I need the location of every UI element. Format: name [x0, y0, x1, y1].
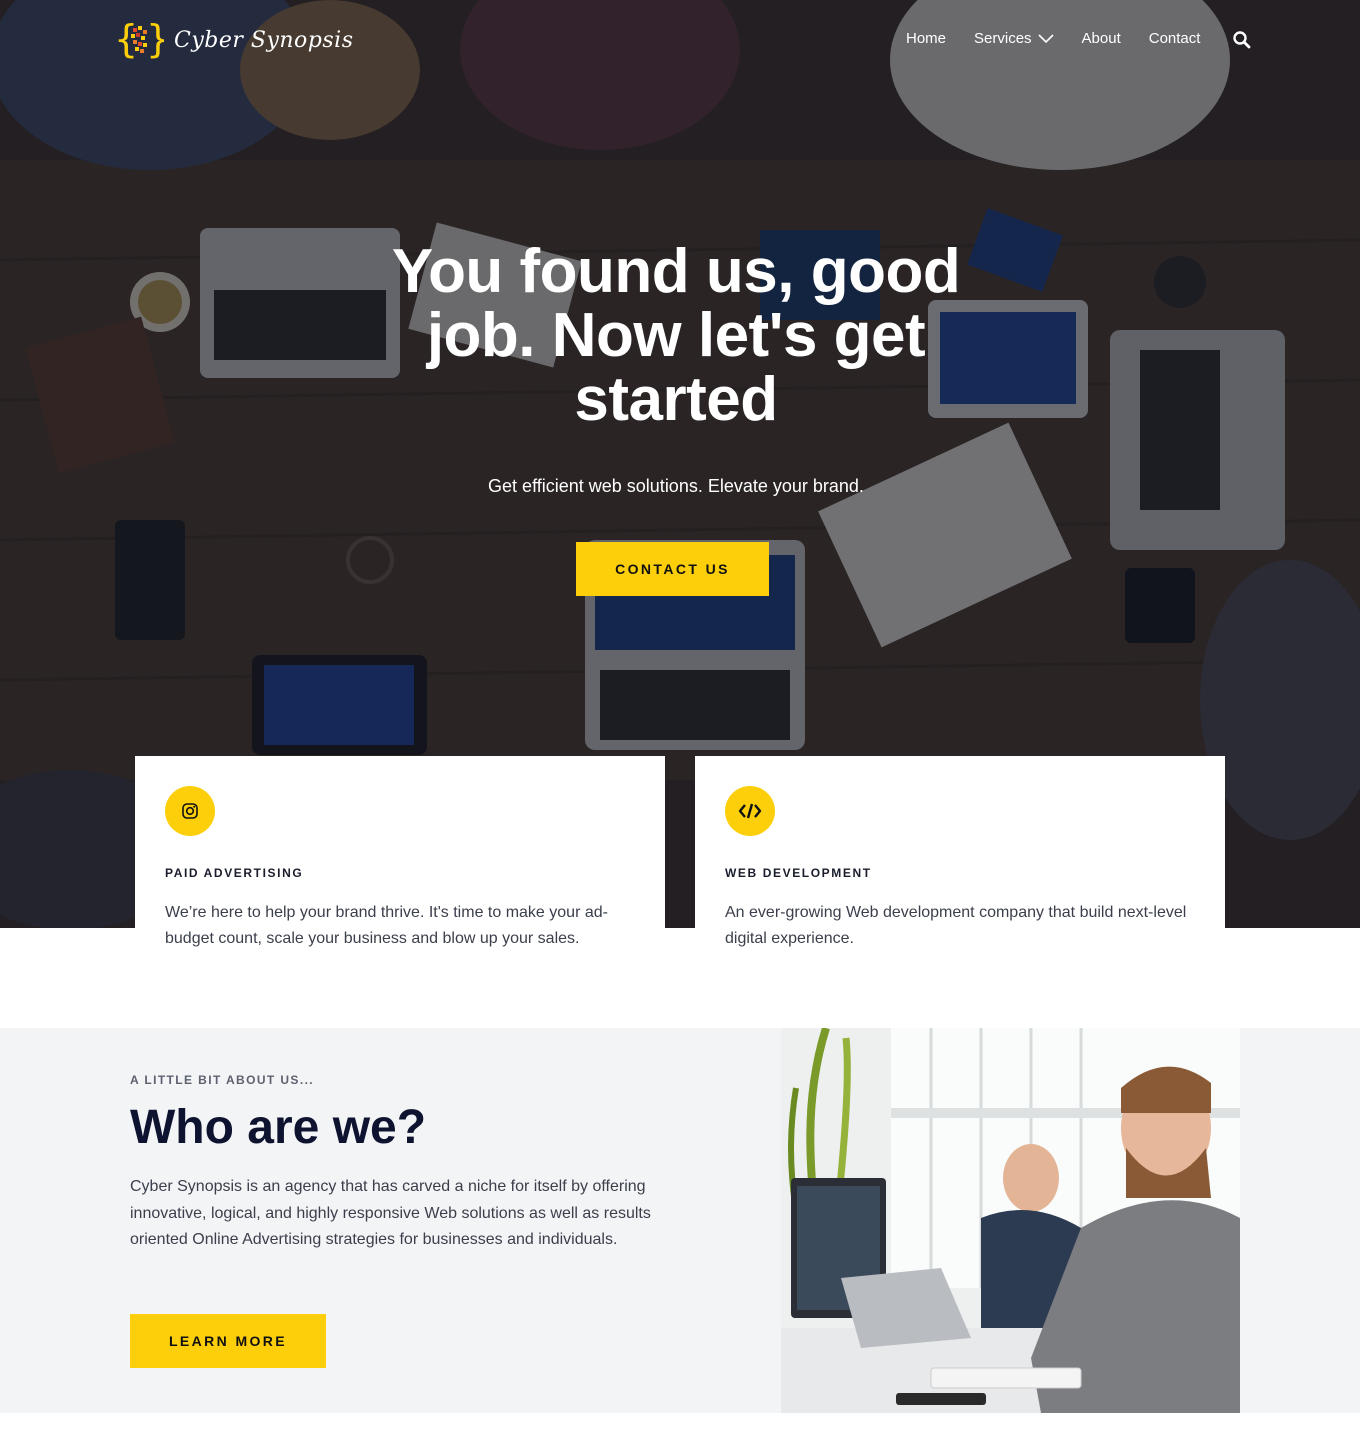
card-title: PAID ADVERTISING: [165, 866, 304, 880]
code-icon: [738, 803, 762, 819]
nav-contact[interactable]: Contact: [1149, 30, 1201, 47]
nav-services[interactable]: Services: [974, 30, 1054, 47]
search-icon[interactable]: [1232, 30, 1252, 50]
card-title: WEB DEVELOPMENT: [725, 866, 872, 880]
brand-logo[interactable]: { } Cyber Synopsis: [114, 18, 354, 62]
hero-subtitle: Get efficient web solutions. Elevate you…: [488, 476, 864, 496]
nav-home[interactable]: Home: [906, 30, 946, 47]
about-title: Who are we?: [130, 1101, 427, 1154]
card-text: We’re here to help your brand thrive. It…: [165, 904, 608, 947]
card-icon-badge: [725, 786, 775, 836]
card-text: An ever-growing Web development company …: [725, 904, 1187, 947]
about-kicker: A LITTLE BIT ABOUT US...: [130, 1073, 315, 1087]
contact-us-button[interactable]: CONTACT US: [576, 542, 769, 596]
learn-more-button[interactable]: LEARN MORE: [130, 1314, 326, 1368]
main-menu: Home Services About Contact: [906, 30, 1228, 47]
service-card-paid-advertising: PAID ADVERTISING We’re here to help your…: [135, 756, 665, 952]
chevron-down-icon: [1037, 33, 1054, 43]
instagram-icon: [182, 803, 198, 819]
about-text: Cyber Synopsis is an agency that has car…: [130, 1178, 651, 1248]
team-working-photo: [781, 1028, 1240, 1413]
about-section: A LITTLE BIT ABOUT US... Who are we? Cyb…: [0, 1028, 1360, 1413]
nav-services-label: Services: [974, 30, 1032, 47]
nav-about[interactable]: About: [1082, 30, 1121, 47]
svg-text:{: {: [114, 18, 138, 61]
service-card-web-development: WEB DEVELOPMENT An ever-growing Web deve…: [695, 756, 1225, 952]
hero-title: You found us, good job. Now let's get st…: [391, 237, 961, 434]
card-icon-badge: [165, 786, 215, 836]
brand-name: Cyber Synopsis: [174, 27, 354, 53]
svg-text:}: }: [146, 18, 164, 61]
top-navigation: { } Cyber Synopsis Home Services: [0, 0, 1360, 80]
brand-logo-icon: { }: [114, 18, 164, 61]
